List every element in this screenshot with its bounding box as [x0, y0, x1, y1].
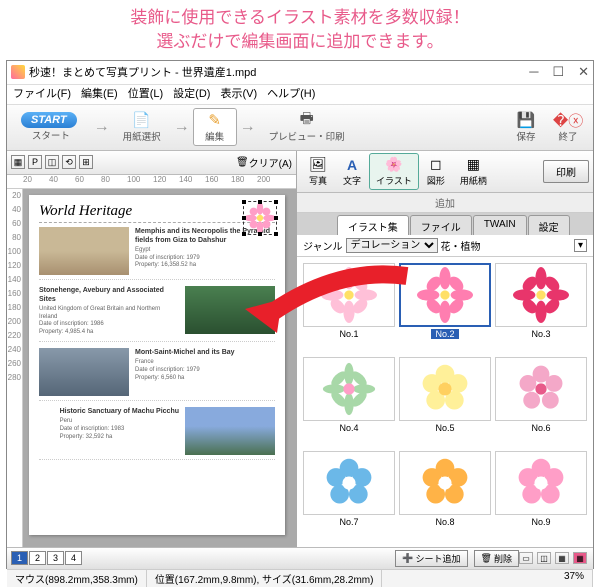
right-panel: 🖼写真 A文字 🌸イラスト ◻図形 ▦用紙柄 印刷 追加 イラスト集 ファイル … — [297, 151, 593, 547]
gallery-item[interactable]: No.4 — [303, 357, 395, 447]
doc-entry[interactable]: Historic Sanctuary of Machu PicchuPeruDa… — [39, 407, 275, 460]
paper-select-button[interactable]: 📄用紙選択 — [113, 109, 171, 145]
maximize-button[interactable]: ☐ — [552, 64, 564, 80]
doc-title[interactable]: World Heritage — [39, 203, 275, 223]
genre-bar: ジャンル デコレーション 花・植物 ▾ — [297, 235, 593, 257]
arrow-icon: → — [91, 118, 113, 136]
gallery-item[interactable]: No.9 — [495, 451, 587, 541]
view-icon[interactable]: ◫ — [537, 552, 551, 564]
close-button[interactable]: ✕ — [578, 64, 589, 80]
page-tab[interactable]: 1 — [11, 551, 28, 565]
view-icon[interactable]: ▭ — [519, 552, 533, 564]
trash-icon: 🗑 — [481, 553, 492, 564]
illust-gallery: No.1 No.2 No.3 No.4 No.5 No.6 No.7 No.8 … — [297, 257, 593, 547]
genre-select[interactable]: デコレーション — [346, 238, 438, 253]
delete-button[interactable]: 🗑削除 — [474, 550, 519, 567]
preview-print-button[interactable]: 🖶プレビュー・印刷 — [259, 109, 355, 145]
menu-settings[interactable]: 設定(D) — [173, 85, 210, 104]
minimize-button[interactable]: ─ — [529, 64, 538, 80]
status-position: 位置(167.2mm,9.8mm), サイズ(31.6mm,28.2mm) — [147, 570, 383, 587]
gallery-item[interactable]: No.2 — [399, 263, 491, 353]
bottom-bar: 1 2 3 4 ➕シート追加 🗑削除 ▭ ◫ ▦ ▦ — [7, 547, 593, 569]
sheet-add-button[interactable]: ➕シート追加 — [395, 550, 467, 567]
app-icon — [11, 65, 25, 79]
menu-view[interactable]: 表示(V) — [220, 85, 257, 104]
page-tab[interactable]: 4 — [65, 551, 82, 565]
promo-line2: 選ぶだけで編集画面に追加できます。 — [0, 30, 600, 54]
photo-thumb[interactable] — [39, 227, 129, 275]
menu-edit[interactable]: 編集(E) — [81, 85, 118, 104]
dropdown-icon[interactable]: ▾ — [574, 239, 587, 252]
sub-tabs: イラスト集 ファイル TWAIN 設定 — [297, 213, 593, 235]
doc-entry[interactable]: Memphis and its Necropolis the Pyramid f… — [39, 227, 275, 280]
menu-help[interactable]: ヘルプ(H) — [267, 85, 315, 104]
gallery-item[interactable]: No.7 — [303, 451, 395, 541]
tool-icon[interactable]: P — [28, 155, 42, 169]
tab-settings[interactable]: 設定 — [528, 215, 570, 235]
gallery-item[interactable]: No.5 — [399, 357, 491, 447]
arrow-icon: → — [237, 118, 259, 136]
canvas[interactable]: World Heritage Memphis and — [23, 189, 296, 547]
gallery-item[interactable]: No.8 — [399, 451, 491, 541]
window-title: 秒速！まとめて写真プリント - 世界遺産1.mpd — [29, 64, 256, 80]
shape-tab-button[interactable]: ◻図形 — [419, 153, 453, 190]
selected-flower-object[interactable] — [243, 201, 277, 235]
add-bar[interactable]: 追加 — [297, 193, 593, 213]
status-bar: マウス(898.2mm,358.3mm) 位置(167.2mm,9.8mm), … — [7, 569, 593, 587]
trash-icon: 🗑 — [236, 157, 249, 168]
sheet[interactable]: World Heritage Memphis and — [29, 195, 285, 535]
start-button[interactable]: START スタート — [11, 110, 91, 144]
photo-tab-button[interactable]: 🖼写真 — [301, 153, 335, 190]
left-toolbar: ▦ P ◫ ⟲ ⊞ 🗑 クリア(A) — [7, 151, 296, 175]
horizontal-ruler: 20406080100120140160180200 — [7, 175, 296, 189]
doc-entry[interactable]: Stonehenge, Avebury and Associated Sites… — [39, 286, 275, 342]
status-zoom: 37% — [556, 570, 593, 587]
view-switcher: ▭ ◫ ▦ ▦ — [519, 552, 593, 564]
titlebar: 秒速！まとめて写真プリント - 世界遺産1.mpd ─ ☐ ✕ — [7, 61, 593, 85]
tab-illust-collection[interactable]: イラスト集 — [337, 215, 409, 235]
page-tab[interactable]: 3 — [47, 551, 64, 565]
edit-button[interactable]: ✎編集 — [193, 108, 237, 146]
vertical-ruler: 20406080100120140160180200220240260280 — [7, 189, 23, 547]
genre-sub: 花・植物 — [441, 238, 481, 253]
tool-icon[interactable]: ◫ — [45, 155, 59, 169]
plus-icon: ➕ — [402, 553, 413, 564]
view-icon[interactable]: ▦ — [573, 552, 587, 564]
tool-icon[interactable]: ▦ — [11, 155, 25, 169]
tab-twain[interactable]: TWAIN — [473, 215, 527, 235]
left-panel: ▦ P ◫ ⟲ ⊞ 🗑 クリア(A) 204060801001201401601… — [7, 151, 297, 547]
app-window: 秒速！まとめて写真プリント - 世界遺産1.mpd ─ ☐ ✕ ファイル(F) … — [6, 60, 594, 569]
tool-icon[interactable]: ⟲ — [62, 155, 76, 169]
menubar: ファイル(F) 編集(E) 位置(L) 設定(D) 表示(V) ヘルプ(H) — [7, 85, 593, 105]
photo-thumb[interactable] — [185, 407, 275, 455]
page-tab[interactable]: 2 — [29, 551, 46, 565]
main-toolbar: START スタート → 📄用紙選択 → ✎編集 → 🖶プレビュー・印刷 💾保存… — [7, 105, 593, 151]
tab-file[interactable]: ファイル — [410, 215, 472, 235]
menu-file[interactable]: ファイル(F) — [13, 85, 71, 104]
print-button[interactable]: 印刷 — [543, 160, 589, 183]
clear-button[interactable]: 🗑 クリア(A) — [236, 155, 292, 170]
save-button[interactable]: 💾保存 — [505, 109, 547, 145]
right-toolbar: 🖼写真 A文字 🌸イラスト ◻図形 ▦用紙柄 印刷 — [297, 151, 593, 193]
status-mouse: マウス(898.2mm,358.3mm) — [7, 570, 147, 587]
page-tabs: 1 2 3 4 — [7, 551, 83, 565]
promo-line1: 装飾に使用できるイラスト素材を多数収録！ — [0, 6, 600, 30]
menu-position[interactable]: 位置(L) — [128, 85, 163, 104]
text-tab-button[interactable]: A文字 — [335, 153, 369, 190]
tool-icon[interactable]: ⊞ — [79, 155, 93, 169]
photo-thumb[interactable] — [185, 286, 275, 334]
gallery-item[interactable]: No.1 — [303, 263, 395, 353]
arrow-icon: → — [171, 118, 193, 136]
gallery-item[interactable]: No.3 — [495, 263, 587, 353]
illust-tab-button[interactable]: 🌸イラスト — [369, 153, 419, 190]
gallery-item[interactable]: No.6 — [495, 357, 587, 447]
doc-entry[interactable]: Mont-Saint-Michel and its BayFranceDate … — [39, 348, 275, 401]
genre-label: ジャンル — [303, 238, 343, 253]
view-icon[interactable]: ▦ — [555, 552, 569, 564]
exit-button[interactable]: �ⓧ終了 — [547, 109, 589, 145]
pattern-tab-button[interactable]: ▦用紙柄 — [453, 153, 494, 190]
photo-thumb[interactable] — [39, 348, 129, 396]
